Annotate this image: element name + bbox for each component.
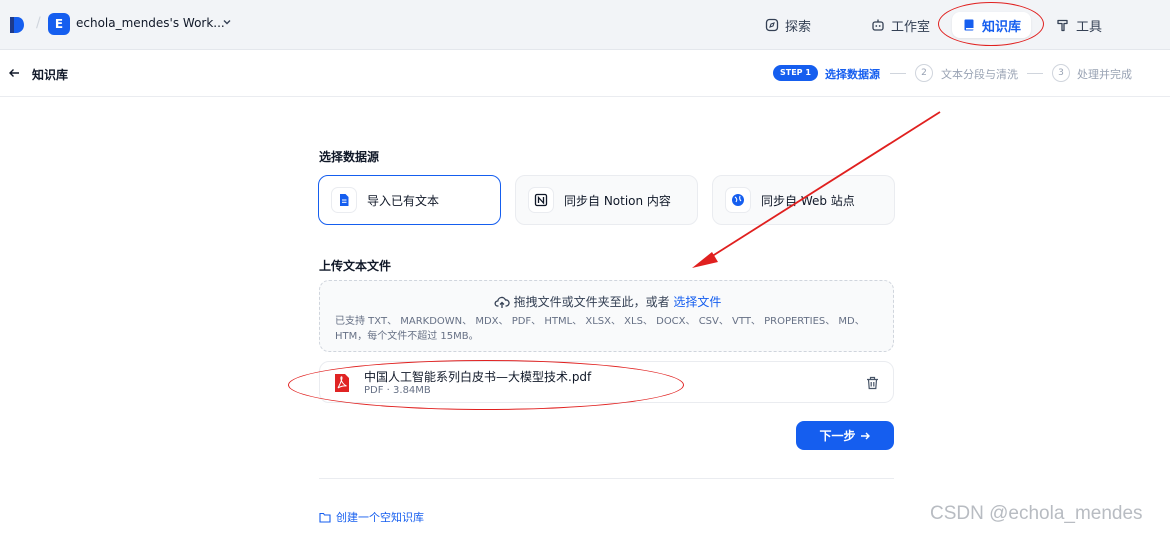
source-web-label: 同步自 Web 站点	[761, 193, 855, 208]
watermark: CSDN @echola_mendes	[930, 503, 1143, 524]
workspace-name[interactable]: echola_mendes's Work...	[76, 16, 225, 30]
web-icon-wrap	[725, 187, 751, 213]
nav-tools-label: 工具	[1076, 19, 1103, 35]
nav-tools[interactable]: 工具	[1046, 12, 1112, 38]
file-dropzone[interactable]: 拖拽文件或文件夹至此，或者 选择文件 已支持 TXT、 MARKDOWN、 MD…	[319, 280, 894, 352]
compass-icon	[765, 18, 779, 32]
folder-icon	[319, 512, 331, 523]
step-2-label: 文本分段与清洗	[941, 68, 1018, 81]
source-import-text-label: 导入已有文本	[367, 193, 440, 208]
cloud-upload-icon	[494, 296, 510, 308]
chevron-down-icon[interactable]	[221, 16, 233, 28]
source-web[interactable]: 同步自 Web 站点	[712, 175, 895, 225]
source-notion-label: 同步自 Notion 内容	[564, 193, 671, 208]
arrow-right-icon	[860, 432, 870, 439]
next-step-button[interactable]: 下一步	[796, 421, 894, 450]
file-type: PDF	[364, 385, 384, 396]
document-icon	[340, 194, 349, 206]
document-icon-wrap	[331, 187, 357, 213]
source-section-title: 选择数据源	[319, 150, 380, 164]
step-3-label: 处理并完成	[1077, 68, 1132, 81]
hammer-icon	[1057, 19, 1068, 32]
step-1-label: 选择数据源	[825, 68, 880, 81]
robot-icon	[872, 19, 884, 31]
file-meta: PDF · 3.84MB	[364, 385, 431, 396]
page-title: 知识库	[32, 68, 69, 82]
workspace-avatar[interactable]: E	[48, 13, 70, 35]
trash-icon[interactable]	[866, 376, 879, 390]
nav-explore[interactable]: 探索	[755, 12, 821, 38]
source-notion[interactable]: 同步自 Notion 内容	[515, 175, 698, 225]
top-navbar: / E echola_mendes's Work... 探索 工作室 知识库 工…	[0, 0, 1170, 50]
step-connector	[890, 73, 906, 74]
upload-section-title: 上传文本文件	[319, 259, 392, 273]
step-2-number: 2	[915, 64, 933, 82]
step-1-badge: STEP 1	[773, 65, 818, 81]
source-import-text[interactable]: 导入已有文本	[318, 175, 501, 225]
dropzone-text-row: 拖拽文件或文件夹至此，或者 选择文件	[320, 293, 895, 310]
nav-knowledge[interactable]: 知识库	[952, 12, 1032, 38]
dropzone-text: 拖拽文件或文件夹至此，或者	[513, 295, 670, 309]
nav-studio[interactable]: 工作室	[861, 12, 940, 38]
file-size: 3.84MB	[393, 385, 431, 396]
breadcrumb-separator: /	[36, 15, 41, 31]
notion-icon	[534, 193, 548, 207]
create-empty-label: 创建一个空知识库	[336, 511, 424, 524]
nav-knowledge-label: 知识库	[982, 19, 1022, 35]
step-connector	[1027, 73, 1043, 74]
nav-studio-label: 工作室	[891, 19, 931, 35]
page-header: 知识库 STEP 1 选择数据源 2 文本分段与清洗 3 处理并完成	[0, 50, 1170, 97]
create-empty-knowledge-link[interactable]: 创建一个空知识库	[319, 509, 424, 525]
uploaded-file-item: 中国人工智能系列白皮书—大模型技术.pdf PDF · 3.84MB	[319, 361, 894, 403]
back-arrow-icon[interactable]	[8, 67, 20, 79]
app-logo-icon[interactable]	[8, 15, 26, 35]
pdf-icon	[335, 374, 349, 392]
section-divider	[319, 478, 894, 479]
nav-explore-label: 探索	[785, 19, 812, 35]
file-name: 中国人工智能系列白皮书—大模型技术.pdf	[364, 370, 592, 384]
select-file-link[interactable]: 选择文件	[673, 295, 721, 309]
web-icon	[732, 194, 744, 206]
notion-icon-wrap	[528, 187, 554, 213]
supported-formats-hint: 已支持 TXT、 MARKDOWN、 MDX、 PDF、 HTML、 XLSX、…	[335, 316, 865, 342]
step-3-number: 3	[1052, 64, 1070, 82]
next-step-label: 下一步	[819, 429, 856, 443]
book-icon	[964, 19, 974, 31]
